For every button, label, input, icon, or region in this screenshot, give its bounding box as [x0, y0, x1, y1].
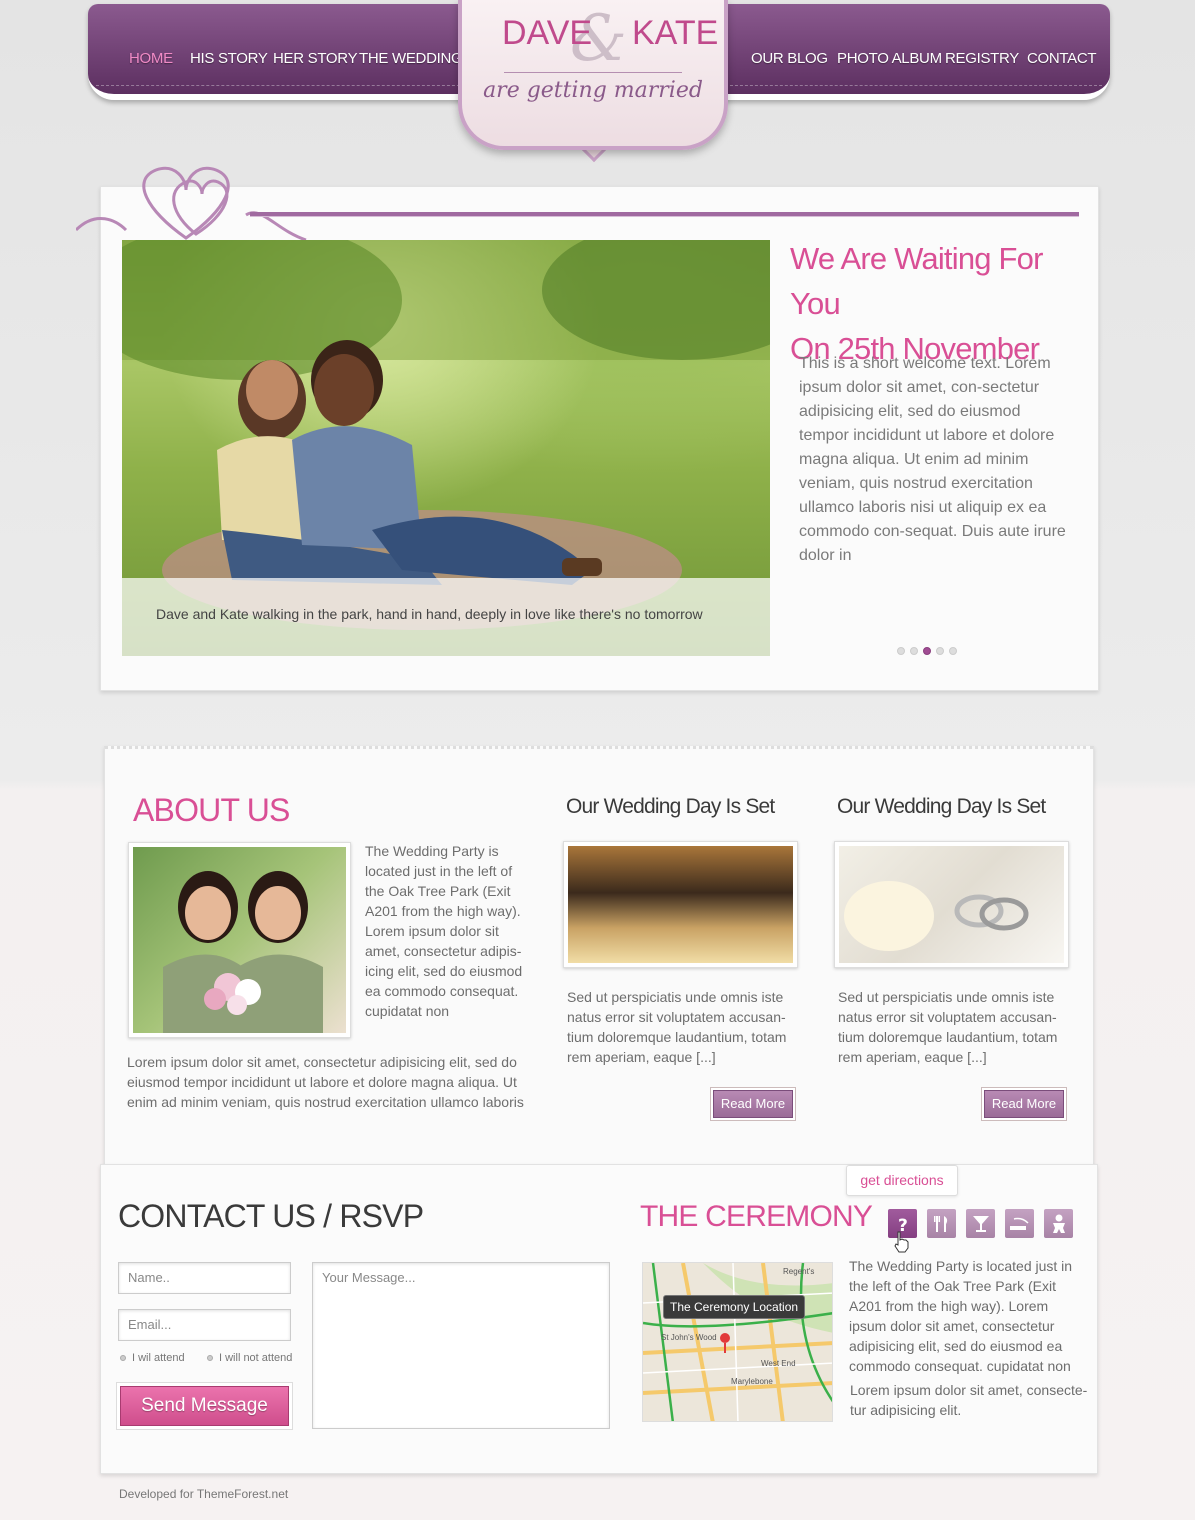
slider-dot-3[interactable] [923, 647, 931, 655]
slider-dot-2[interactable] [910, 647, 918, 655]
post-1-title[interactable]: Our Wedding Day Is Set [566, 795, 775, 819]
logo-name-left: DAVE [502, 14, 593, 52]
logo-name-right: KATE [632, 14, 719, 52]
baby-glyph [1052, 1214, 1065, 1233]
slider-dot-5[interactable] [949, 647, 957, 655]
ceremony-text: The Wedding Party is located just in the… [849, 1258, 1073, 1374]
name-field[interactable]: Name.. [118, 1262, 291, 1294]
post-1-text: Sed ut perspiciatis unde omnis iste natu… [567, 989, 787, 1065]
about-photo-frame[interactable] [128, 842, 351, 1038]
not-attend-radio[interactable]: I will not attend [207, 1352, 292, 1364]
smoking-icon[interactable] [1005, 1209, 1034, 1238]
post-1-read-more-button[interactable]: Read More [713, 1090, 793, 1118]
map-illustration [643, 1263, 832, 1421]
ceremony-heading: THE CEREMONY [640, 1200, 873, 1233]
logo-badge[interactable]: & DAVE KATE are getting married [458, 0, 728, 150]
map-place-1: St John's Wood [661, 1333, 717, 1342]
logo-tagline: are getting married [483, 78, 703, 103]
smoking-glyph [1009, 1217, 1029, 1230]
not-attend-radio-dot[interactable] [207, 1355, 213, 1361]
welcome-text: This is a short welcome text. Lorem ipsu… [799, 355, 1066, 564]
send-message-button[interactable]: Send Message [120, 1386, 289, 1426]
message-field[interactable]: Your Message... [312, 1262, 610, 1429]
cocktail-glyph [972, 1215, 989, 1232]
rings-image [839, 846, 1064, 963]
post-2-title[interactable]: Our Wedding Day Is Set [837, 795, 1046, 819]
bridesmaids-illustration [163, 871, 323, 1033]
ceremony-map[interactable]: The Ceremony Location St John's Wood Reg… [642, 1262, 833, 1422]
post-2-read-more-button[interactable]: Read More [984, 1090, 1064, 1118]
nav-photo-album[interactable]: PHOTO ALBUM [837, 50, 942, 67]
nav-the-wedding[interactable]: THE WEDDING [359, 50, 463, 67]
footer-credit: Developed for ThemeForest.net [119, 1487, 289, 1501]
map-location-label: The Ceremony Location [663, 1295, 806, 1319]
champagne-image [568, 846, 793, 963]
slider-dot-1[interactable] [897, 647, 905, 655]
slider-dots [897, 647, 957, 655]
hand-cursor-icon [894, 1231, 909, 1253]
nav-registry[interactable]: REGISTRY [945, 50, 1019, 67]
email-field[interactable]: Email... [118, 1309, 291, 1341]
map-place-4: West End [761, 1359, 796, 1368]
dining-icon[interactable] [927, 1209, 956, 1238]
rings-illustration [844, 881, 1029, 951]
attend-radio-dot[interactable] [120, 1355, 126, 1361]
hero-title: We Are Waiting For You On 25th November [790, 236, 1080, 371]
ceremony-text-2: Lorem ipsum dolor sit amet, consecte-tur… [850, 1382, 1088, 1418]
about-bottom-text: Lorem ipsum dolor sit amet, consectetur … [127, 1054, 524, 1110]
nav-bar-right: OUR BLOG PHOTO ALBUM REGISTRY CONTACT [712, 4, 1110, 100]
cocktail-icon[interactable] [966, 1209, 995, 1238]
attend-radio[interactable]: I wil attend [120, 1352, 185, 1364]
contact-heading: CONTACT US / RSVP [118, 1198, 424, 1234]
map-place-3: Marylebone [731, 1377, 773, 1386]
post-1-photo-frame[interactable] [563, 841, 798, 968]
hearts-ornament-icon [76, 166, 307, 242]
map-place-2: Regent's [783, 1267, 815, 1276]
about-heading: ABOUT US [133, 792, 290, 828]
hero-photo: Dave and Kate walking in the park, hand … [122, 240, 770, 656]
post-2-photo-frame[interactable] [834, 841, 1069, 968]
attend-label: I wil attend [132, 1352, 185, 1364]
baby-icon[interactable] [1044, 1209, 1073, 1238]
post-2-text: Sed ut perspiciatis unde omnis iste natu… [838, 989, 1058, 1065]
hero-title-line1: We Are Waiting For You [790, 241, 1043, 321]
nav-contact[interactable]: CONTACT [1027, 50, 1097, 67]
not-attend-label: I will not attend [219, 1352, 293, 1364]
nav-bar-left: HOME HIS STORY HER STORY THE WEDDING [88, 4, 488, 100]
get-directions-tooltip: get directions [846, 1165, 958, 1196]
nav-home[interactable]: HOME [129, 50, 173, 67]
nav-his-story[interactable]: HIS STORY [190, 50, 268, 67]
bridesmaids-image [133, 847, 346, 1033]
dining-glyph [933, 1215, 947, 1232]
slider-divider [250, 212, 1079, 217]
nav-her-story[interactable]: HER STORY [273, 50, 358, 67]
logo-divider [504, 72, 682, 73]
hero-caption: Dave and Kate walking in the park, hand … [156, 606, 703, 622]
slider-dot-4[interactable] [936, 647, 944, 655]
nav-our-blog[interactable]: OUR BLOG [751, 50, 828, 67]
about-side-text: The Wedding Party is located just in the… [365, 843, 523, 1019]
